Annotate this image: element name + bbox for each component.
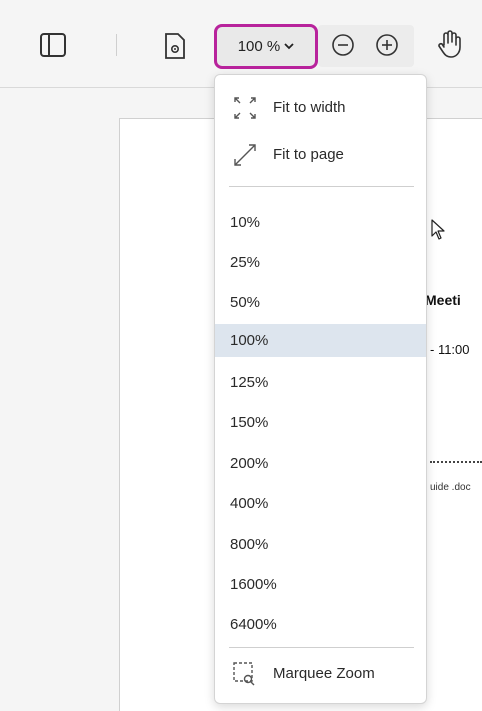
document-time-fragment: - 11:00 xyxy=(430,342,470,357)
zoom-option-label: 200% xyxy=(230,455,269,472)
menu-divider xyxy=(229,186,414,187)
fit-to-page-icon xyxy=(232,142,258,168)
zoom-option-10[interactable]: 10% xyxy=(215,206,426,239)
zoom-option-label: 6400% xyxy=(230,616,277,633)
document-heading-fragment: Meeti xyxy=(425,292,461,308)
zoom-option-label: 800% xyxy=(230,536,269,553)
zoom-option-1600[interactable]: 1600% xyxy=(215,568,426,601)
zoom-in-icon[interactable] xyxy=(374,32,400,58)
fit-to-page-option[interactable]: Fit to page xyxy=(215,138,426,171)
zoom-option-6400[interactable]: 6400% xyxy=(215,608,426,641)
zoom-menu: Fit to width Fit to page 10% 25% 50% 100… xyxy=(214,74,427,704)
zoom-option-150[interactable]: 150% xyxy=(215,406,426,439)
marquee-zoom-icon xyxy=(232,661,258,687)
zoom-option-200[interactable]: 200% xyxy=(215,447,426,480)
pan-hand-icon[interactable] xyxy=(433,28,465,60)
toolbar-separator xyxy=(116,34,117,56)
chevron-down-icon xyxy=(284,41,294,53)
zoom-option-25[interactable]: 25% xyxy=(215,246,426,279)
zoom-option-label: 125% xyxy=(230,374,269,391)
zoom-option-label: 50% xyxy=(230,294,261,311)
fit-to-width-icon xyxy=(232,95,258,121)
zoom-option-label: 150% xyxy=(230,414,269,431)
zoom-option-125[interactable]: 125% xyxy=(215,366,426,399)
zoom-level-value: 100 % xyxy=(237,38,281,55)
zoom-option-label: 100% xyxy=(230,332,269,349)
mouse-cursor-icon xyxy=(431,219,447,241)
zoom-out-icon[interactable] xyxy=(330,32,356,58)
zoom-option-400[interactable]: 400% xyxy=(215,487,426,520)
zoom-option-label: 10% xyxy=(230,214,261,231)
zoom-level-dropdown[interactable]: 100 % xyxy=(214,24,318,69)
zoom-option-100[interactable]: 100% xyxy=(215,324,426,357)
zoom-option-50[interactable]: 50% xyxy=(215,286,426,319)
sidebar-toggle-icon[interactable] xyxy=(38,31,68,59)
zoom-option-label: 25% xyxy=(230,254,261,271)
document-dotted-rule xyxy=(430,461,482,463)
fit-to-width-option[interactable]: Fit to width xyxy=(215,91,426,124)
marquee-zoom-label: Marquee Zoom xyxy=(273,665,375,682)
menu-divider xyxy=(229,647,414,648)
zoom-option-800[interactable]: 800% xyxy=(215,528,426,561)
fit-to-page-label: Fit to page xyxy=(273,146,344,163)
marquee-zoom-option[interactable]: Marquee Zoom xyxy=(215,657,426,690)
fit-to-width-label: Fit to width xyxy=(273,99,346,116)
zoom-option-label: 400% xyxy=(230,495,269,512)
page-settings-icon[interactable] xyxy=(160,30,190,62)
zoom-option-label: 1600% xyxy=(230,576,277,593)
document-file-fragment: uide .doc xyxy=(430,482,471,493)
